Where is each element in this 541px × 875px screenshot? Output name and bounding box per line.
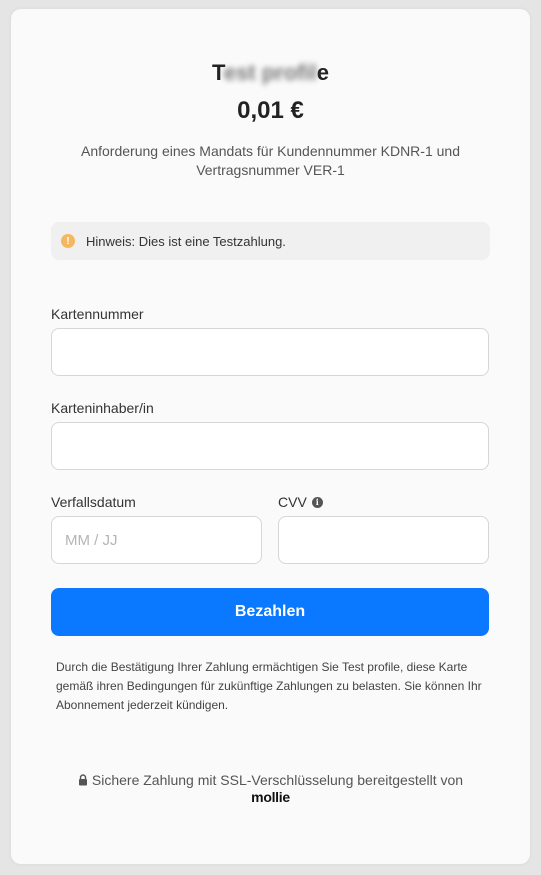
- payment-card: Test profile 0,01 € Anforderung eines Ma…: [11, 9, 530, 864]
- card-holder-label: Karteninhaber/in: [51, 400, 154, 416]
- ssl-text: Sichere Zahlung mit SSL-Verschlüsselung …: [91, 772, 464, 788]
- notice-text: Hinweis: Dies ist eine Testzahlung.: [86, 233, 286, 249]
- card-number-label: Kartennummer: [51, 306, 144, 322]
- merchant-name: Test profile: [11, 60, 530, 86]
- test-payment-notice: ! Hinweis: Dies ist eine Testzahlung.: [51, 222, 490, 260]
- expiry-label: Verfallsdatum: [51, 494, 136, 510]
- pay-button[interactable]: Bezahlen: [51, 588, 489, 636]
- card-holder-input[interactable]: [51, 422, 489, 470]
- expiry-input[interactable]: [51, 516, 262, 564]
- cvv-label: CVV: [278, 494, 307, 510]
- mollie-logo[interactable]: mollie: [11, 789, 530, 805]
- lock-icon: [78, 774, 87, 786]
- ssl-notice: Sichere Zahlung mit SSL-Verschlüsselung …: [11, 772, 530, 788]
- cvv-input[interactable]: [278, 516, 489, 564]
- warning-icon: !: [61, 234, 75, 248]
- payment-amount: 0,01 €: [237, 97, 304, 124]
- merchant-name-first: T: [212, 60, 224, 85]
- cvv-label-group: CVV i: [278, 494, 323, 510]
- info-icon[interactable]: i: [311, 496, 323, 508]
- card-number-input[interactable]: [51, 328, 489, 376]
- merchant-name-blurred: est profil: [223, 60, 317, 85]
- mandate-consent-text: Durch die Bestätigung Ihrer Zahlung ermä…: [56, 660, 482, 712]
- payment-description: Anforderung eines Mandats für Kundennumm…: [81, 143, 460, 178]
- merchant-name-last: e: [316, 60, 329, 85]
